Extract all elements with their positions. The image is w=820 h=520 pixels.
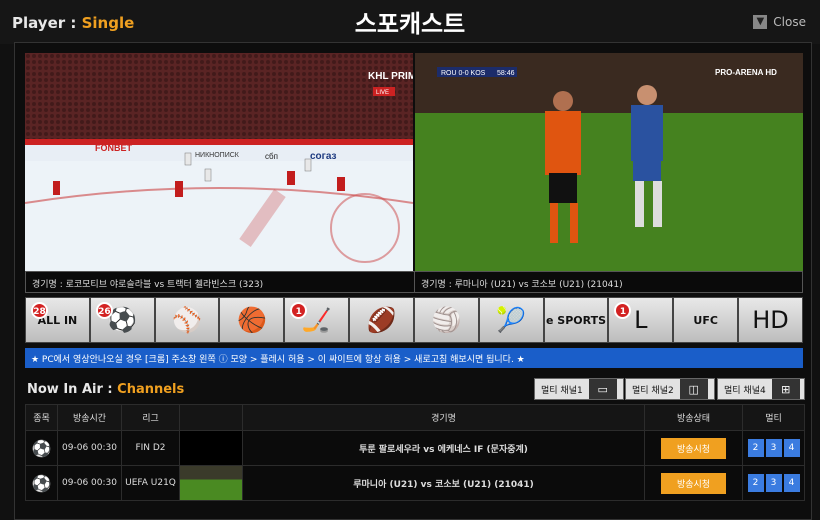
esports-icon: e SPORTS [546,313,607,327]
hockey-video-frame: FONBET НИКНОПИСК сбп согаз KHL PRIME LIV… [25,53,413,271]
basketball-icon: 🏀 [236,306,267,334]
multi-2-button[interactable]: 2 [747,439,764,457]
col-thumb [179,404,243,431]
soccer-icon: ⚽ [25,465,58,501]
board-4: согаз [310,151,337,162]
col-multi: 멀티 [742,404,805,431]
board-3: сбп [265,152,278,161]
col-status: 방송상태 [644,404,743,431]
multi-channel-1-button[interactable]: 멀티 채널1 ▭ [534,378,624,400]
sport-filter-volleyball[interactable]: 🏐 [413,297,479,343]
live-count-badge: 26 [95,302,113,319]
match-thumbnail [179,430,243,466]
live-count-badge: 1 [614,302,632,319]
sport-filter-soccer[interactable]: ⚽ 26 [89,297,155,343]
multi-2-button[interactable]: 2 [747,474,764,492]
col-league: 리그 [121,404,180,431]
sport-filter-basketball[interactable]: 🏀 [219,297,285,343]
league-name: FIN D2 [121,430,180,466]
col-match: 경기명 [242,404,645,431]
close-label: Close [773,15,806,29]
left-match-caption: 경기명 : 로코모티브 야로슬라블 vs 트랙터 첼라빈스크 (323) [25,271,415,293]
chevron-down-icon: ▼ [753,15,768,29]
match-thumbnail [179,465,243,501]
volleyball-icon: 🏐 [431,306,462,334]
table-header-row: 종목 방송시간 리그 경기명 방송상태 멀티 [25,404,805,431]
close-button[interactable]: ▼ Close [753,15,806,29]
multi-3-button[interactable]: 3 [765,474,782,492]
status-cell: 방송시청 [644,430,743,466]
multi-4-button[interactable]: 4 [783,474,800,492]
notice-banner: ★ PC에서 영상안나오실 경우 [크롬] 주소창 왼쪽 ⓘ 모양 > 플레시 … [25,348,803,368]
table-row: ⚽ 09-06 00:30 UEFA U21Q 루마니아 (U21) vs 코소… [25,465,805,501]
multi-channel-2-button[interactable]: 멀티 채널2 ◫ [625,378,715,400]
lol-icon: L [634,306,648,334]
sport-filter-lol[interactable]: L1 [608,297,674,343]
live-tag: LIVE [376,90,389,96]
video-player-left[interactable]: FONBET НИКНОПИСК сбп согаз KHL PRIME LIV… [25,53,413,271]
sport-filter-bar: ALL IN 28 ⚽ 26 ⚾ 🏀 🏒 1 🏈 🏐 🎾 e SPORTS L 1 UFC HD [25,297,803,343]
table-row: ⚽ 09-06 00:30 FIN D2 투룬 팔로세우라 vs 에케네스 IF… [25,430,805,466]
hd-icon: HD [752,306,789,334]
col-time: 방송시간 [57,404,122,431]
baseball-icon: ⚾ [172,306,203,334]
multi-3-button[interactable]: 3 [765,439,782,457]
video-player-right[interactable]: ROU 0-0 KOS 58:46 PRO-ARENA HD [415,53,803,271]
right-match-caption: 경기명 : 루마니아 (U21) vs 코소보 (U21) (21041) [414,271,803,293]
now-in-air-title: Now In Air : Channels [27,382,185,397]
sport-filter-ufc[interactable]: UFC [673,297,739,343]
tennis-icon: 🎾 [496,306,527,334]
board-fonbet: FONBET [95,143,133,153]
col-sport: 종목 [25,404,58,431]
live-count-badge: 28 [31,302,48,319]
league-name: UEFA U21Q [121,465,180,501]
board-2: НИКНОПИСК [195,152,240,159]
sport-filter-esports[interactable]: e SPORTS [543,297,609,343]
khl-logo: KHL PRIME [368,71,413,82]
ufc-icon: UFC [693,313,718,327]
scoreboard: ROU 0-0 KOS [441,70,486,77]
multi-cell: 234 [742,430,805,466]
sport-filter-all-in[interactable]: ALL IN 28 [25,297,90,343]
match-name: 루마니아 (U21) vs 코소보 (U21) (21041) [242,465,645,501]
status-cell: 방송시청 [644,465,743,501]
channels-table: 종목 방송시간 리그 경기명 방송상태 멀티 ⚽ 09-06 00:30 FIN… [25,404,805,501]
player-frame: FONBET НИКНОПИСК сбп согаз KHL PRIME LIV… [14,42,812,520]
football-icon: 🏈 [366,306,397,334]
monitor-icon: ▭ [588,379,617,399]
soccer-icon: ⚽ [25,430,58,466]
multi-4-button[interactable]: 4 [783,439,800,457]
sport-filter-hd[interactable]: HD [738,297,803,343]
multi-cell: 234 [742,465,805,501]
sport-filter-hockey[interactable]: 🏒 1 [284,297,350,343]
grid-monitor-icon: ⊞ [771,379,800,399]
top-bar: Player : Single 스포캐스트 ▼ Close [0,0,820,44]
match-clock: 58:46 [497,70,515,77]
channel-logo: PRO-ARENA HD [715,68,777,77]
sport-filter-baseball[interactable]: ⚾ [154,297,220,343]
multi-channel-4-button[interactable]: 멀티 채널4 ⊞ [717,378,805,400]
split-monitor-icon: ◫ [679,379,708,399]
sport-filter-football[interactable]: 🏈 [349,297,414,343]
soccer-video-frame: ROU 0-0 KOS 58:46 PRO-ARENA HD [415,53,803,271]
site-title: 스포캐스트 [354,10,466,38]
broadcast-time: 09-06 00:30 [57,430,122,466]
broadcast-time: 09-06 00:30 [57,465,122,501]
match-name: 투룬 팔로세우라 vs 에케네스 IF (문자중계) [242,430,645,466]
watch-button[interactable]: 방송시청 [660,472,727,494]
watch-button[interactable]: 방송시청 [660,437,727,459]
sport-filter-tennis[interactable]: 🎾 [478,297,544,343]
